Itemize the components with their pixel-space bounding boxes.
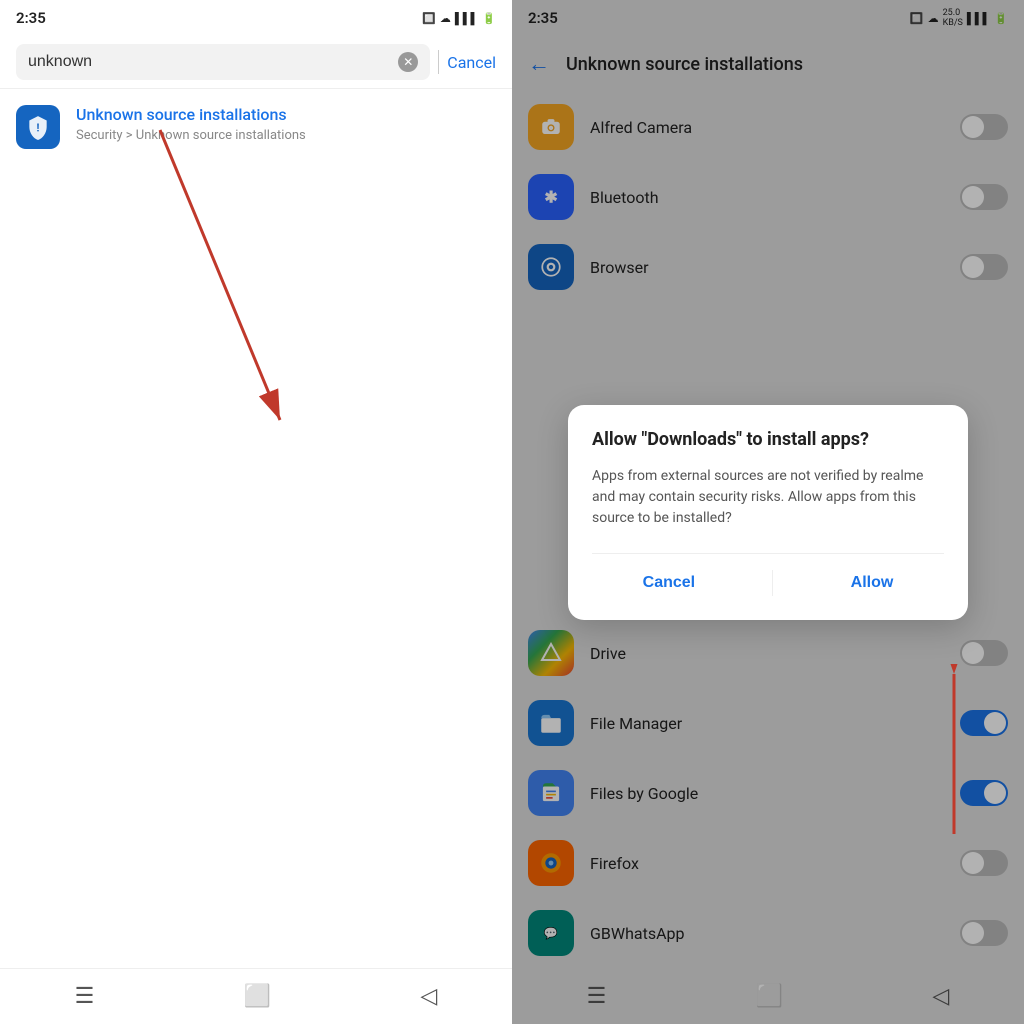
search-result-text: Unknown source installations Security > … <box>76 105 306 143</box>
search-bar: ✕ Cancel <box>0 36 512 89</box>
nav-back-left[interactable]: ◁ <box>420 984 437 1009</box>
cloud-icon: ☁ <box>440 12 451 25</box>
left-panel: 2:35 🔲 ☁ ▌▌▌ 🔋 ✕ Cancel ! Unknown <box>0 0 512 1024</box>
status-bar-left: 2:35 🔲 ☁ ▌▌▌ 🔋 <box>0 0 512 36</box>
dialog-allow-button[interactable]: Allow <box>827 570 918 596</box>
result-title-highlight: Unknown <box>76 105 142 124</box>
dialog-actions: Cancel Allow <box>592 553 944 596</box>
search-cancel-button[interactable]: Cancel <box>447 53 496 72</box>
search-clear-button[interactable]: ✕ <box>398 52 418 72</box>
dialog-divider <box>772 570 773 596</box>
right-panel: 2:35 🔲 ☁ 25.0KB/S ▌▌▌ 🔋 ← Unknown source… <box>512 0 1024 1024</box>
clear-icon: ✕ <box>403 55 413 69</box>
search-divider <box>438 50 439 74</box>
nav-menu-left[interactable]: ☰ <box>75 984 95 1009</box>
notification-icon: 🔲 <box>422 12 436 25</box>
nav-bar-left: ☰ ⬜ ◁ <box>0 968 512 1024</box>
search-input-wrapper: ✕ <box>16 44 430 80</box>
dialog-box: Allow "Downloads" to install apps? Apps … <box>568 405 968 620</box>
dialog-title: Allow "Downloads" to install apps? <box>592 429 944 450</box>
status-time-left: 2:35 <box>16 9 46 27</box>
search-result-item[interactable]: ! Unknown source installations Security … <box>0 89 512 165</box>
status-icons-left: 🔲 ☁ ▌▌▌ 🔋 <box>422 12 496 25</box>
security-icon-circle: ! <box>16 105 60 149</box>
svg-text:!: ! <box>37 121 40 134</box>
nav-home-left[interactable]: ⬜ <box>244 984 271 1009</box>
dialog-cancel-button[interactable]: Cancel <box>619 570 719 596</box>
result-title: Unknown source installations <box>76 105 306 124</box>
dialog-body: Apps from external sources are not verif… <box>592 466 944 529</box>
shield-icon: ! <box>25 114 51 140</box>
search-input[interactable] <box>28 53 390 71</box>
battery-icon: 🔋 <box>482 12 496 25</box>
signal-icon: ▌▌▌ <box>455 12 478 25</box>
result-subtitle: Security > Unknown source installations <box>76 128 306 143</box>
dialog-overlay: Allow "Downloads" to install apps? Apps … <box>512 0 1024 1024</box>
result-title-rest: source installations <box>146 105 286 124</box>
